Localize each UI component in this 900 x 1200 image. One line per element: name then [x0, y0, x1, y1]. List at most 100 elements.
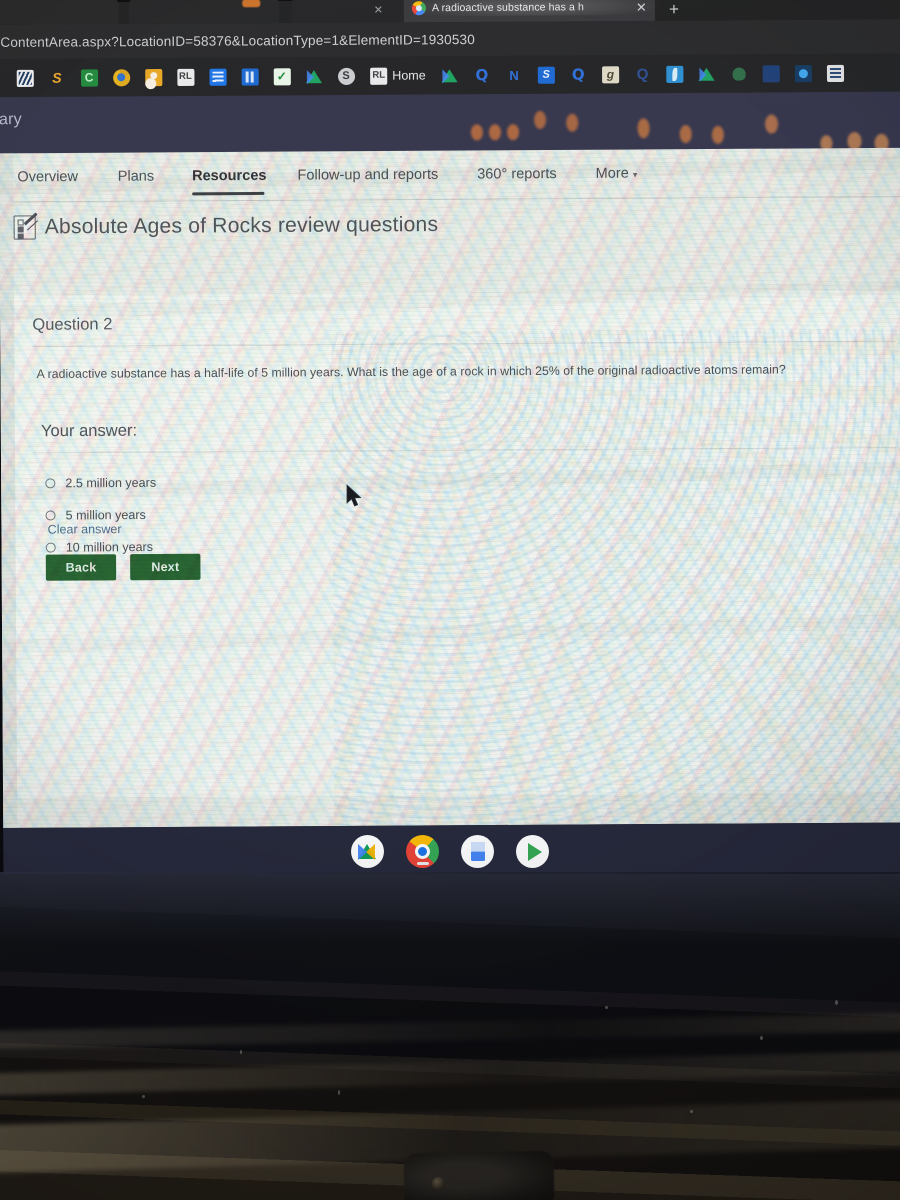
bookmark-q-blue-3[interactable]: Q — [626, 55, 658, 93]
bookmark-q-blue-2[interactable]: Q — [562, 55, 594, 93]
screen-reflection-8 — [711, 125, 724, 144]
nav-tab-overview[interactable]: Overview — [17, 169, 78, 185]
bookmark-google-drive-2[interactable] — [434, 56, 466, 94]
bookmark-check-green-icon: ✓ — [273, 67, 291, 85]
question-card: Question 2 A radioactive substance has a… — [14, 290, 900, 798]
bookmark-g-tan[interactable]: g — [594, 55, 626, 93]
chrome-favicon-icon — [411, 1, 426, 16]
close-icon[interactable]: ✕ — [636, 0, 647, 14]
bookmark-circle-grey[interactable]: S — [330, 57, 362, 95]
bookmark-tree-green-icon — [730, 65, 747, 82]
bookmark-google-drive-1-icon — [305, 68, 322, 85]
nav-tab-resources[interactable]: Resources — [192, 168, 267, 185]
bookmark-tiny-blue[interactable] — [755, 54, 787, 92]
bookmark-doc-blue[interactable] — [233, 57, 265, 95]
bookmark-camera-blue-icon — [794, 64, 812, 82]
dust-speck-2 — [760, 1036, 763, 1040]
bookmark-google-drive-3[interactable] — [691, 55, 723, 93]
bookmark-tree-green[interactable] — [723, 54, 755, 92]
nav-tab-360-reports[interactable]: 360° reports — [477, 166, 557, 183]
bookmark-finance-icon — [16, 69, 34, 87]
answer-divider — [33, 447, 897, 454]
screen-reflection-5 — [566, 113, 579, 132]
bookmark-s-square-blue[interactable]: S — [530, 56, 562, 94]
nav-tab-plans[interactable]: Plans — [118, 168, 155, 184]
bookmark-grid-white[interactable] — [819, 54, 851, 92]
shelf-google-drive[interactable] — [351, 834, 384, 868]
answer-option-1[interactable]: 2.5 million years — [45, 476, 156, 491]
radio-button-icon[interactable] — [45, 478, 56, 489]
chromebook-photo-screenshot: ✕ A radioactive substance has a h ✕ + /C… — [0, 0, 900, 1200]
page-title: Absolute Ages of Rocks review questions — [44, 212, 439, 239]
address-bar-url[interactable]: /ContentArea.aspx?LocationID=58376&Locat… — [0, 31, 475, 49]
dust-speck-3 — [835, 1000, 838, 1005]
bookmark-chrome-yellow[interactable] — [105, 58, 137, 96]
bookmark-c-green[interactable]: C — [73, 58, 105, 96]
bookmark-check-green[interactable]: ✓ — [266, 57, 298, 95]
next-button[interactable]: Next — [130, 553, 201, 581]
nav-tab-label: 360° reports — [477, 166, 557, 183]
answer-option-3[interactable]: 10 million years — [45, 540, 153, 555]
bookmark-q-blue-1[interactable]: Q — [466, 56, 498, 94]
screen-reflection-3 — [506, 124, 520, 141]
tab-thumbnail-glare-2 — [242, 0, 261, 8]
tab-inactive-1[interactable] — [0, 0, 119, 26]
bookmark-home-label: Home — [392, 68, 426, 83]
chevron-down-icon: ▾ — [632, 169, 638, 180]
bookmark-s-square-blue-icon: S — [537, 66, 555, 84]
omnibox-bar: /ContentArea.aspx?LocationID=58376&Locat… — [0, 19, 900, 59]
bookmark-c-green-icon: C — [80, 68, 98, 87]
shelf-google-chrome[interactable] — [406, 834, 439, 868]
shelf-google-docs[interactable] — [461, 834, 494, 868]
bookmark-finance[interactable] — [9, 59, 41, 97]
your-answer-label: Your answer: — [40, 421, 138, 441]
bookmark-leaf-blue[interactable] — [659, 55, 691, 93]
window-close-icon[interactable]: ✕ — [374, 0, 383, 20]
bookmark-grid-white-icon — [826, 64, 844, 82]
bookmark-q-blue-2-icon: Q — [571, 64, 585, 84]
nav-tab-follow-up-and-reports[interactable]: Follow-up and reports — [297, 167, 438, 184]
bookmark-s-orange[interactable]: S — [41, 59, 73, 97]
bookmark-contacts[interactable] — [137, 58, 169, 96]
bookmark-rl-1[interactable]: RL — [169, 58, 201, 96]
answer-option-2[interactable]: 5 million years — [45, 507, 146, 523]
back-button[interactable]: Back — [45, 554, 117, 581]
lms-page-content: Overview Plans Resources Follow-up and repo… — [0, 147, 900, 829]
bookmark-s-orange-icon: S — [52, 69, 62, 86]
drive-icon-wedge — [366, 843, 375, 860]
bookmark-contacts-icon — [144, 68, 162, 86]
dust-speck-6 — [690, 1110, 693, 1113]
bookmark-sheets-blue-icon — [208, 68, 227, 86]
bookmark-q-blue-1-icon: Q — [475, 65, 489, 84]
radio-button-icon[interactable] — [45, 542, 56, 553]
chromeos-shelf-icons — [0, 822, 900, 880]
dust-speck-1 — [605, 1006, 608, 1009]
nav-tab-more[interactable]: More ▾ — [596, 166, 638, 182]
nav-tab-label: Overview — [17, 168, 79, 186]
bookmark-camera-blue[interactable] — [787, 54, 819, 92]
answer-options-list: 2.5 million years 5 million years 10 milli… — [14, 290, 900, 555]
new-tab-button[interactable]: + — [669, 0, 679, 21]
shelf-google-play[interactable] — [516, 834, 549, 868]
bookmark-sheets-blue[interactable] — [201, 58, 233, 96]
rl-logo-icon: RL — [370, 67, 388, 85]
bookmark-tiny-blue-icon — [762, 64, 780, 82]
screen-reflection-6 — [637, 118, 650, 139]
hinge-screw — [432, 1177, 445, 1190]
nav-tab-label: More — [595, 165, 629, 182]
chrome-browser-window: ✕ A radioactive substance has a h ✕ + /C… — [0, 0, 900, 887]
bezel-sheen-top — [0, 874, 900, 944]
bookmark-google-drive-1[interactable] — [298, 57, 330, 95]
answer-option-label: 5 million years — [65, 507, 146, 523]
dust-speck-5 — [142, 1095, 145, 1098]
bookmark-rl-1-icon: RL — [176, 68, 194, 86]
bookmark-rl-home[interactable]: RL Home — [362, 67, 434, 85]
browser-tab-active[interactable]: A radioactive substance has a h ✕ — [403, 0, 655, 23]
radio-button-icon[interactable] — [45, 510, 56, 521]
active-tab-underline — [192, 191, 265, 195]
navigation-button-row: Back Next — [45, 553, 201, 581]
quiz-assignment-icon — [13, 215, 36, 240]
bookmark-n-blue[interactable]: N — [498, 56, 530, 94]
bookmark-q-blue-3-icon: Q — [636, 65, 649, 83]
clear-answer-link[interactable]: Clear answer — [48, 522, 122, 537]
